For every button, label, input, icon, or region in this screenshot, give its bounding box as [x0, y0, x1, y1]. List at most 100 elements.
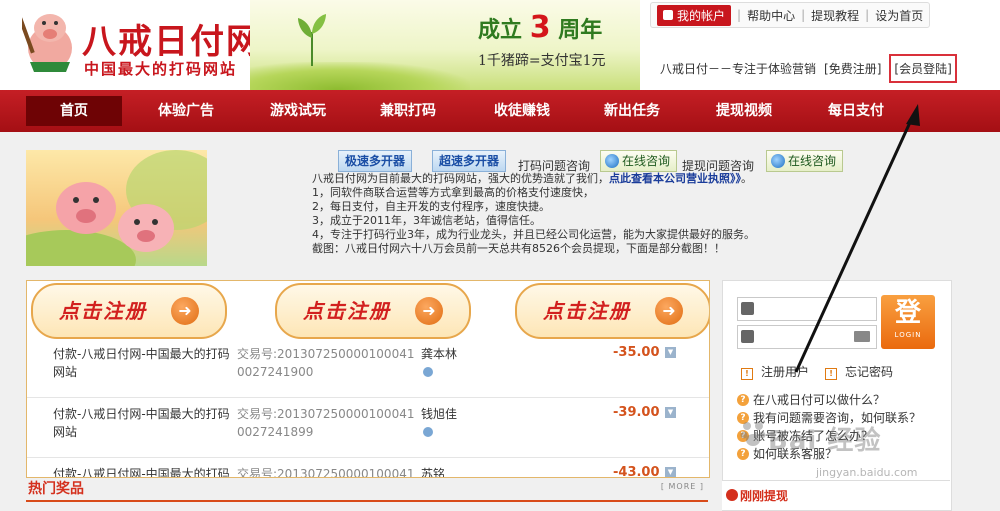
super-multi-opener-button[interactable]: 超速多开器 — [432, 150, 507, 172]
sprout-icon — [298, 14, 326, 66]
register-banner-label: 点击注册 — [303, 299, 391, 323]
register-user-link[interactable]: ! 注册用户 — [741, 363, 809, 380]
payer-name: 苏铭 — [421, 467, 446, 478]
payment-row: 付款-八戒日付网-中国最大的打码网站 交易号:20130725000010004… — [27, 397, 709, 458]
founded-suffix: 周年 — [558, 18, 603, 43]
nav-item-home[interactable]: 首页 — [26, 96, 122, 126]
password-field[interactable] — [737, 325, 877, 349]
founded-years: 3 — [529, 10, 551, 45]
expand-icon[interactable]: ▼ — [665, 347, 676, 358]
logo-title[interactable]: 八戒日付网 — [82, 14, 262, 63]
register-link[interactable]: [免费注册] — [824, 60, 881, 77]
question-icon: ? — [737, 448, 749, 460]
top-links-bar: 我的帐户 | 帮助中心 | 提现教程 | 设为首页 — [650, 2, 931, 28]
payment-proof-panel: 点击注册 ➜ 点击注册 ➜ 点击注册 ➜ 付款-八戒日付网-中国最大的打码网站 … — [26, 280, 710, 478]
nav-item-experience-ads[interactable]: 体验广告 — [140, 90, 232, 132]
login-links: ! 注册用户 ! 忘记密码 — [741, 363, 893, 380]
online-consult-label: 在线咨询 — [622, 154, 671, 168]
intro-pig-image — [26, 150, 207, 266]
hot-prizes-title: 热门奖品 — [28, 481, 84, 497]
desc-item: 2，每日支付，自主开发的支付程序，速度快捷。 — [312, 200, 550, 213]
captcha-online-consult-button[interactable]: 在线咨询 — [600, 150, 678, 172]
help-center-link[interactable]: 帮助中心 — [747, 7, 795, 24]
transaction-id: 交易号:2013072500001000410027241899 — [237, 407, 415, 439]
header: 八戒日付网 中国最大的打码网站 成立 3 周年 1千猪蹄=支付宝1元 我的帐户 … — [0, 0, 1000, 90]
divider: | — [865, 8, 870, 22]
pig-logo-icon — [22, 14, 72, 72]
recent-withdraw-header: 刚刚提现 — [722, 480, 950, 510]
expand-icon[interactable]: ▼ — [665, 407, 676, 418]
desc-item: 4，专注于打码行业3年，成为行业龙头，并且已经公司化运营，能为大家提供最好的服务… — [312, 228, 755, 241]
anniversary-banner: 成立 3 周年 1千猪蹄=支付宝1元 — [250, 0, 640, 90]
payment-title: 付款-八戒日付网-中国最大的打码网站 — [53, 347, 230, 379]
divider: | — [737, 8, 742, 22]
desc-item: 截图：八戒日付网六十八万会员前一天总共有8526个会员提现，下面是部分截图！！ — [312, 242, 725, 255]
person-icon — [423, 427, 433, 437]
payment-amount: -39.00 — [613, 405, 660, 420]
keyboard-icon[interactable] — [854, 331, 870, 342]
hot-prizes-header: 热门奖品 [ MORE ] — [26, 478, 708, 502]
payment-amount: -35.00 — [613, 345, 660, 360]
more-link[interactable]: [ MORE ] — [661, 482, 704, 491]
faq-item[interactable]: ? 在八戒日付可以做什么？ — [737, 391, 947, 409]
forgot-password-link[interactable]: ! 忘记密码 — [825, 363, 893, 380]
member-login-link[interactable]: [会员登陆] — [889, 54, 957, 83]
fast-multi-opener-button[interactable]: 极速多开器 — [338, 150, 413, 172]
my-account-link[interactable]: 我的帐户 — [657, 4, 732, 26]
transaction-id: 交易号:2013072500001000410027241900 — [237, 347, 415, 379]
recent-withdraw-title: 刚刚提现 — [740, 489, 789, 503]
desc-intro-text: 八戒日付网为目前最大的打码网站，强大的优势造就了我们， — [312, 172, 609, 185]
register-banner-button[interactable]: 点击注册 ➜ — [515, 283, 709, 339]
founded-text: 成立 3 周年 — [478, 10, 602, 45]
payment-row: 付款-八戒日付网-中国最大的打码网站 交易号:20130725000010004… — [27, 457, 709, 478]
exchange-rate: 1千猪蹄=支付宝1元 — [478, 53, 606, 69]
founded-prefix: 成立 — [478, 18, 523, 43]
lock-icon — [741, 330, 754, 343]
nav-item-part-time-captcha[interactable]: 兼职打码 — [362, 90, 454, 132]
person-icon — [423, 367, 433, 377]
divider: | — [801, 8, 806, 22]
my-account-label: 我的帐户 — [677, 8, 726, 23]
account-icon — [663, 10, 673, 20]
chat-icon — [771, 154, 785, 168]
payment-amount: -43.00 — [613, 465, 660, 478]
withdraw-online-consult-button[interactable]: 在线咨询 — [766, 150, 844, 172]
arrow-right-icon: ➜ — [655, 297, 683, 325]
warning-icon: ! — [825, 368, 838, 380]
desc-item: 3，成立于2011年，3年诚信老站，值得信任。 — [312, 214, 541, 227]
forgot-password-label: 忘记密码 — [845, 365, 894, 379]
withdraw-tutorial-link[interactable]: 提现教程 — [811, 7, 859, 24]
payment-title: 付款-八戒日付网-中国最大的打码网站 — [53, 467, 230, 478]
watermark-text: Bai 经验 — [768, 426, 882, 456]
arrow-right-icon: ➜ — [415, 297, 443, 325]
question-icon: ? — [737, 394, 749, 406]
desc-intro-end: 。 — [741, 172, 752, 185]
username-field[interactable] — [737, 297, 877, 321]
transaction-id: 交易号:2013072500001000410 — [237, 467, 415, 478]
register-banner-button[interactable]: 点击注册 ➜ — [275, 283, 471, 339]
nav-item-withdraw-video[interactable]: 提现视频 — [698, 90, 790, 132]
watermark-url: jingyan.baidu.com — [816, 466, 918, 479]
faq-question: 在八戒日付可以做什么？ — [753, 393, 886, 407]
register-banner-label: 点击注册 — [543, 299, 631, 323]
nav-item-daily-pay[interactable]: 每日支付 — [810, 90, 902, 132]
expand-icon[interactable]: ▼ — [665, 467, 676, 477]
login-button[interactable]: 登 LOGIN — [881, 295, 935, 349]
desc-intro-line: 八戒日付网为目前最大的打码网站，强大的优势造就了我们，点此查看本公司营业执照》》… — [312, 172, 812, 186]
nav-item-game-trial[interactable]: 游戏试玩 — [252, 90, 344, 132]
user-icon — [741, 302, 754, 315]
payment-row: 付款-八戒日付网-中国最大的打码网站 交易号:20130725000010004… — [27, 337, 709, 398]
nav-item-recruit-earn[interactable]: 收徒赚钱 — [476, 90, 568, 132]
tagline: 八戒日付－－专注于体验营销 — [660, 62, 817, 76]
main-nav: 首页 体验广告 游戏试玩 兼职打码 收徒赚钱 新出任务 提现视频 每日支付 — [0, 90, 1000, 132]
business-license-link[interactable]: 点此查看本公司营业执照》》 — [609, 172, 741, 185]
nav-item-new-tasks[interactable]: 新出任务 — [586, 90, 678, 132]
payer-name: 龚本林 — [421, 347, 458, 361]
pigs-illustration-icon — [26, 150, 207, 266]
payment-title: 付款-八戒日付网-中国最大的打码网站 — [53, 407, 230, 439]
site-description: 八戒日付网为目前最大的打码网站，强大的优势造就了我们，点此查看本公司营业执照》》… — [312, 172, 812, 256]
register-banner-button[interactable]: 点击注册 ➜ — [31, 283, 227, 339]
warning-icon: ! — [741, 368, 753, 380]
set-homepage-link[interactable]: 设为首页 — [875, 7, 923, 24]
register-banner-label: 点击注册 — [59, 299, 147, 323]
